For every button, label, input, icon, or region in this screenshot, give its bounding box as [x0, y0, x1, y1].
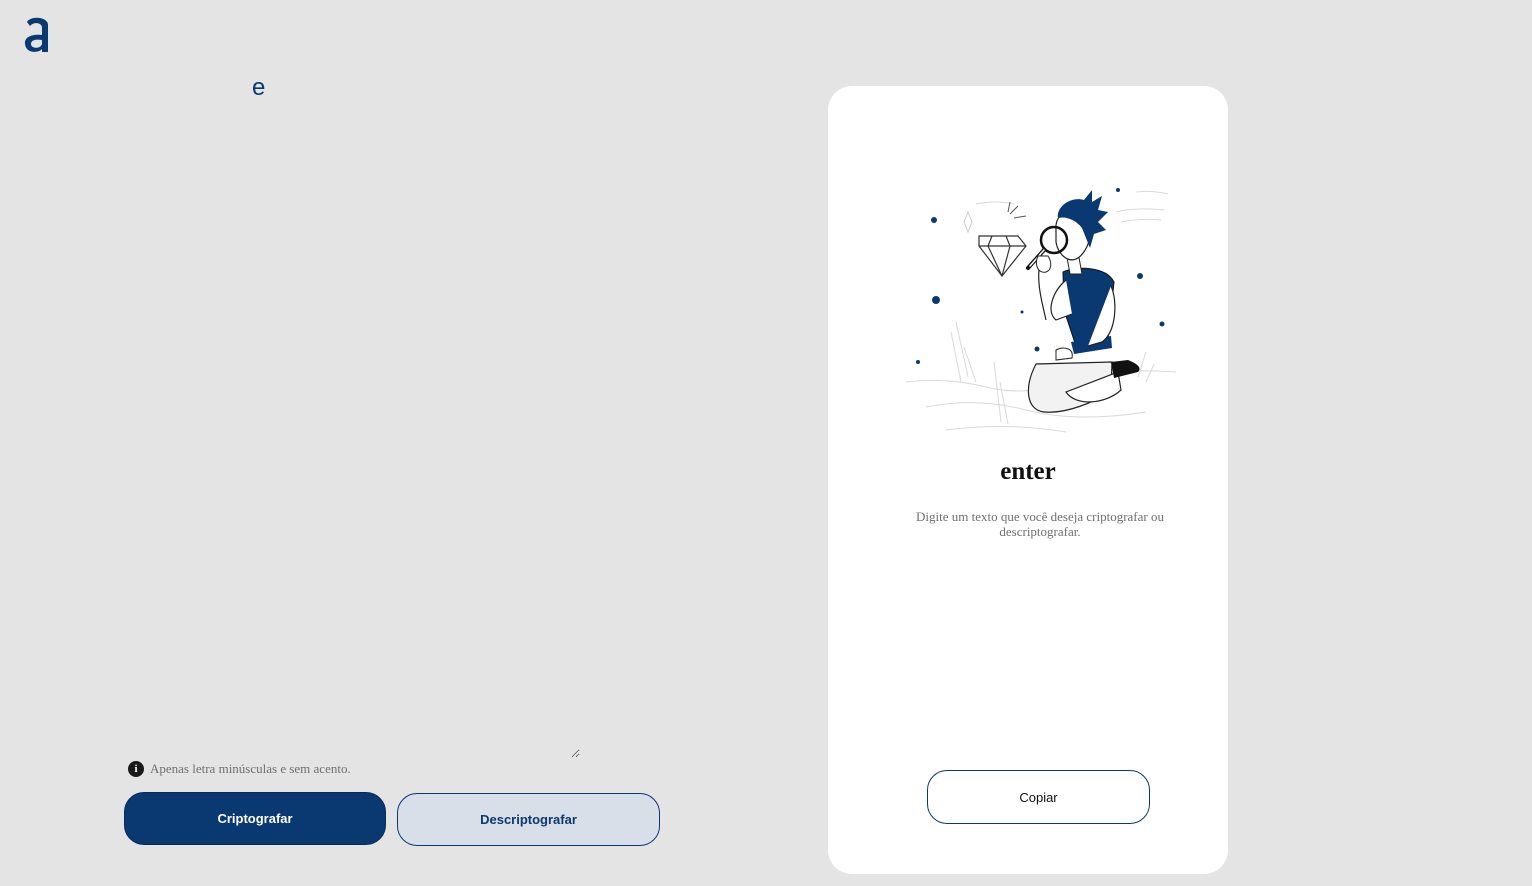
input-hint: i Apenas letra minúsculas e sem acento.	[128, 761, 351, 777]
copy-button[interactable]: Copiar	[927, 770, 1150, 824]
alura-logo-icon	[22, 14, 52, 56]
encrypt-button[interactable]: Criptografar	[124, 792, 386, 845]
text-input-wrapper	[240, 66, 580, 758]
input-hint-text: Apenas letra minúsculas e sem acento.	[150, 761, 351, 776]
info-icon: i	[128, 761, 144, 777]
decrypt-button[interactable]: Descriptografar	[397, 793, 660, 846]
result-title: enter	[1000, 458, 1056, 485]
result-description: Digite um texto que você deseja criptogr…	[916, 509, 1164, 539]
result-panel: enter Digite um texto que você deseja cr…	[828, 86, 1228, 874]
message-input[interactable]	[240, 66, 580, 758]
person-with-magnifying-glass-illustration	[905, 182, 1178, 436]
